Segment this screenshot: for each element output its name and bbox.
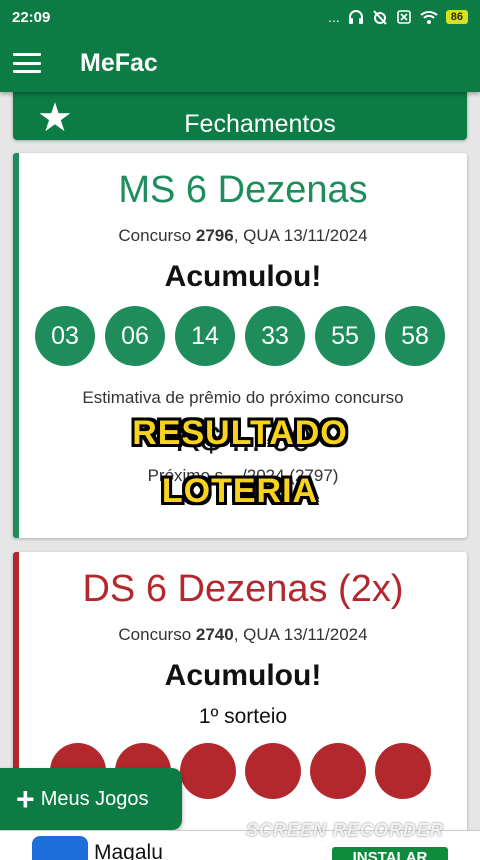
draw-label: 1º sorteio — [198, 705, 288, 728]
app-bar: MeFac — [0, 34, 480, 92]
number-ball: 03 — [35, 306, 95, 366]
results-list[interactable]: ★ Fechamentos MS 6 Dezenas Concurso 2796… — [0, 92, 480, 830]
prize-estimate-label: Estimativa de prêmio do próximo concurso — [82, 388, 404, 407]
status-time: 22:09 — [12, 8, 51, 26]
screen-recorder-watermark: SCREEN RECORDER — [246, 820, 445, 840]
meus-jogos-button[interactable]: + Meus Jogos — [0, 768, 182, 830]
number-ball: 06 — [105, 306, 165, 366]
alarm-off-icon — [373, 10, 387, 25]
number-ball: 58 — [385, 306, 445, 366]
concurso-info: Concurso 2740, QUA 13/11/2024 — [118, 625, 368, 644]
plus-icon: + — [16, 781, 35, 817]
sim-off-icon — [396, 10, 411, 24]
number-ball: 14 — [175, 306, 235, 366]
drawn-numbers: 03 06 14 33 55 58 — [19, 306, 467, 366]
ad-install-button[interactable]: INSTALAR — [332, 847, 448, 860]
number-ball — [179, 743, 236, 799]
number-ball — [309, 743, 366, 799]
headphones-icon — [348, 10, 363, 24]
more-dots-icon: ... — [328, 9, 340, 25]
fechamentos-label: Fechamentos — [184, 110, 336, 138]
concurso-info: Concurso 2796, QUA 13/11/2024 — [118, 226, 368, 245]
status-text: Acumulou! — [164, 659, 322, 692]
number-ball: 33 — [245, 306, 305, 366]
number-ball — [374, 743, 431, 799]
status-text: Acumulou! — [164, 260, 322, 293]
hamburger-menu-icon[interactable] — [13, 53, 41, 73]
fechamentos-button[interactable]: ★ Fechamentos — [13, 92, 467, 140]
game-title: DS 6 Dezenas (2x) — [82, 568, 404, 610]
concurso-number: 2796 — [195, 226, 234, 245]
concurso-number: 2740 — [195, 625, 234, 644]
app-title: MeFac — [80, 48, 158, 77]
ad-app-name: Magalu — [94, 841, 163, 860]
wifi-icon — [420, 11, 438, 24]
caption-overlay-line2: LOTERIA — [161, 472, 319, 510]
meus-jogos-label: Meus Jogos — [40, 787, 149, 810]
caption-overlay-line1: RESULTADO — [132, 414, 348, 452]
number-ball — [244, 743, 301, 799]
ad-app-icon — [32, 836, 88, 860]
game-title: MS 6 Dezenas — [118, 169, 368, 211]
number-ball: 55 — [315, 306, 375, 366]
status-icons: ... 86 — [328, 9, 468, 25]
status-bar: 22:09 ... 86 — [0, 0, 480, 34]
battery-icon: 86 — [445, 10, 468, 24]
